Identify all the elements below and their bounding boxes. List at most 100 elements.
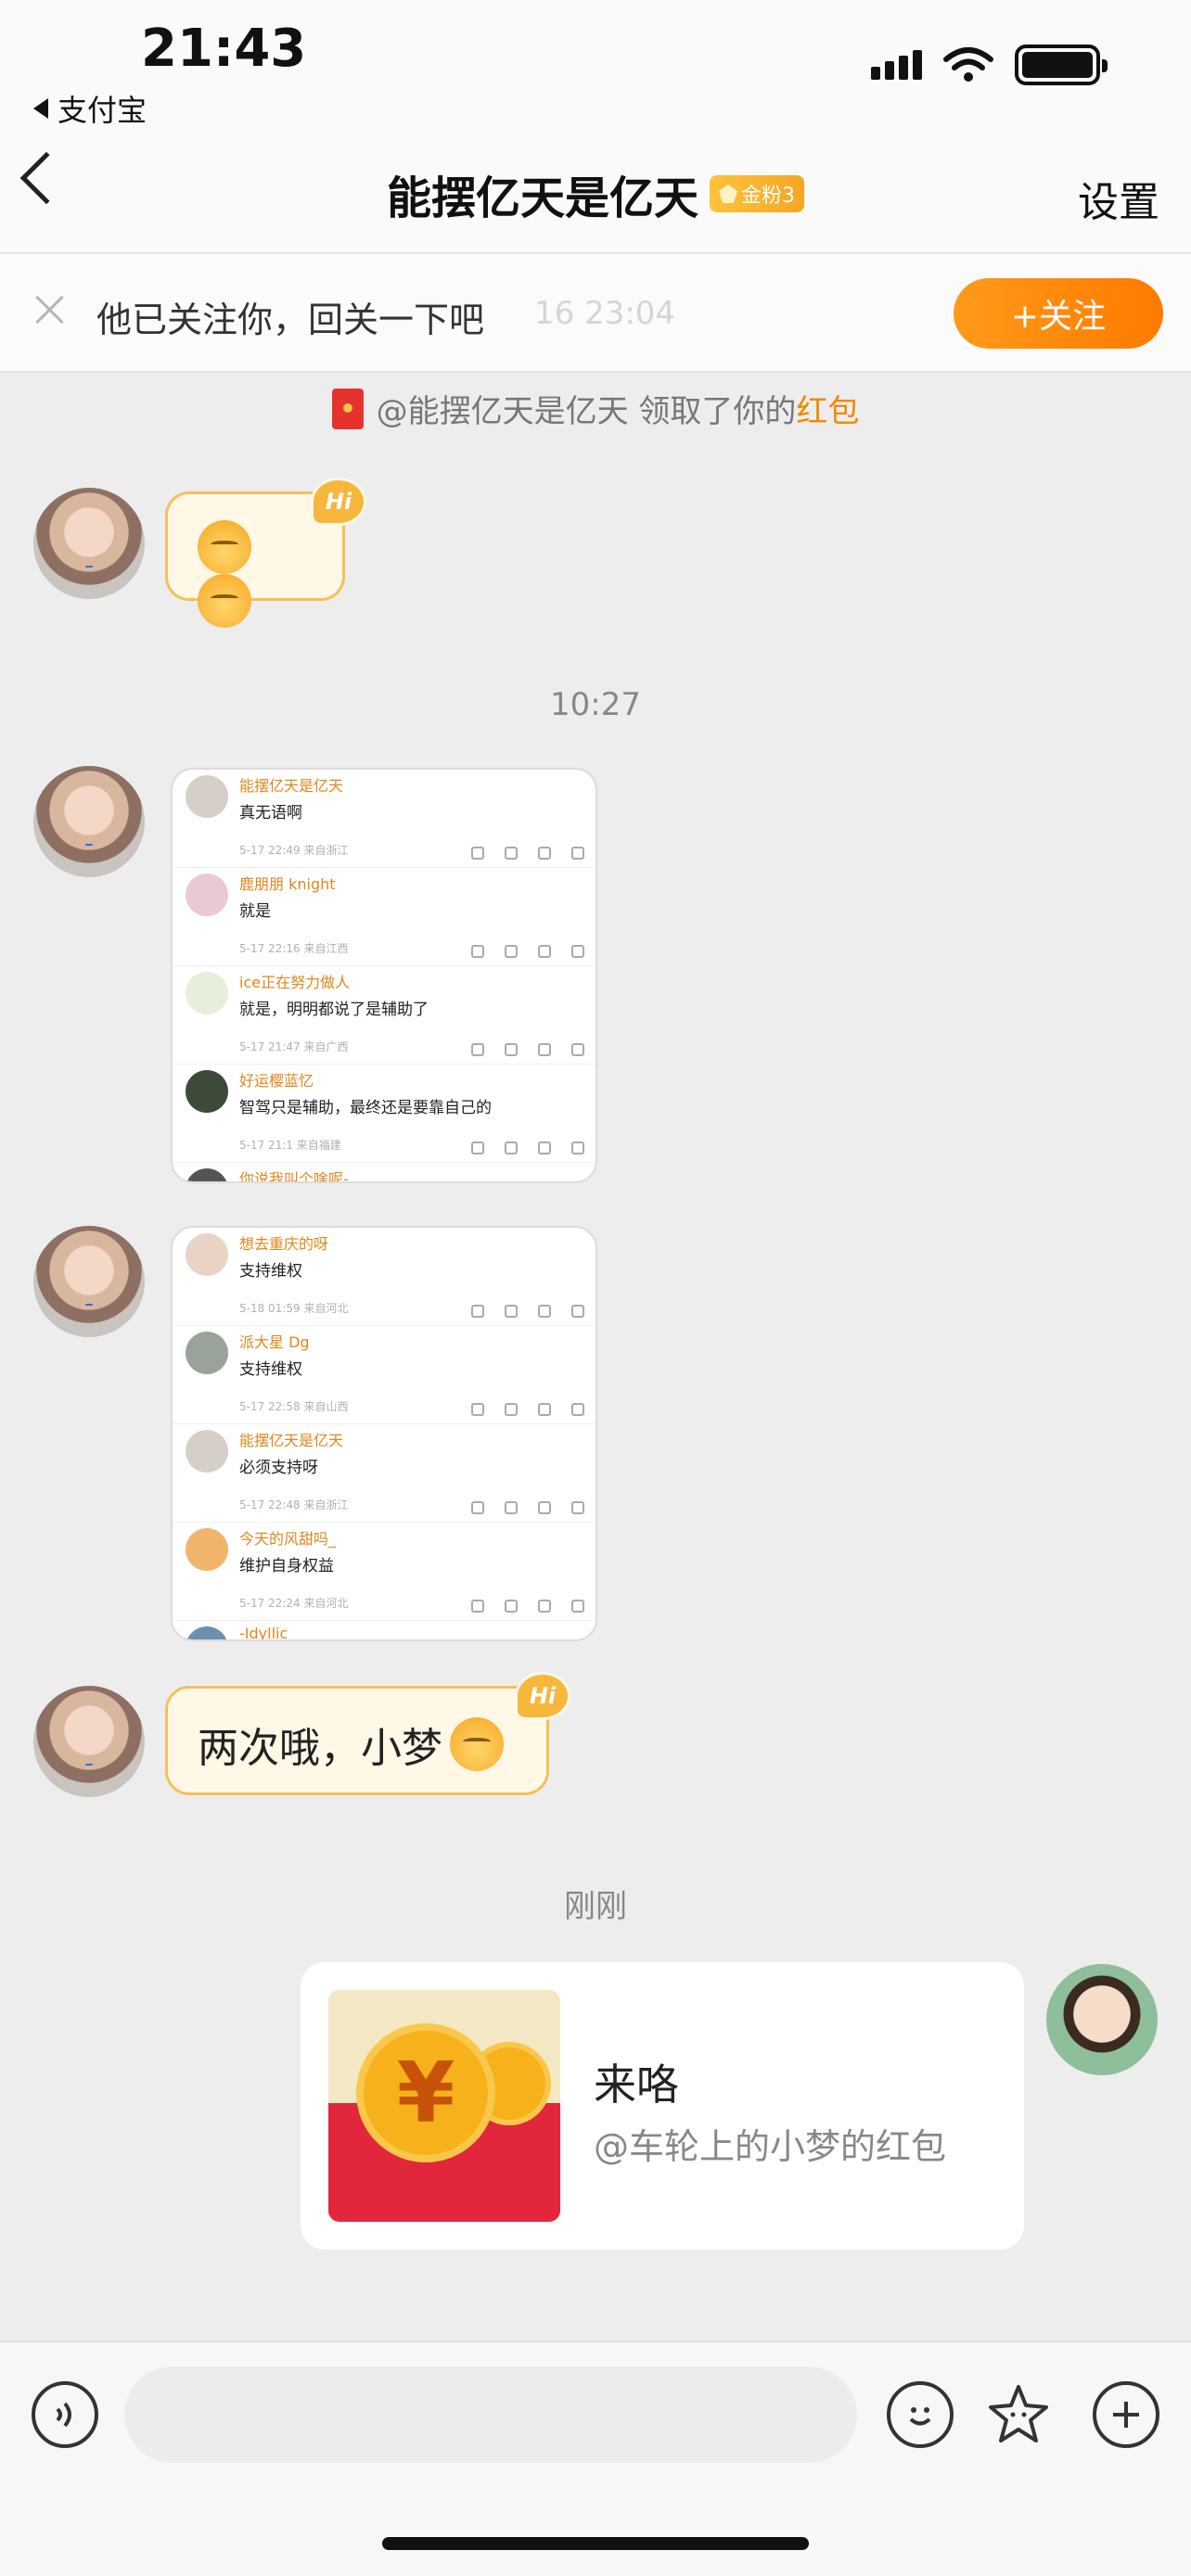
comment-actions [471,1141,584,1154]
back-triangle-icon [33,98,48,119]
gem-icon [719,185,737,203]
message-bubble[interactable]: 两次哦，小梦 Hi [165,1672,570,1795]
comment-meta: 5-17 22:16 来自江西 [239,942,349,955]
comment-actions [471,1501,584,1514]
comment-avatar [186,1070,228,1113]
comment-username: 想去重庆的呀 [239,1235,329,1253]
back-to-app[interactable]: 支付宝 [33,87,147,130]
battery-icon [1015,45,1108,85]
comment-row: 能摆亿天是亿天 真无语啊 5-17 22:49 来自浙江 [173,770,596,868]
avatar[interactable] [33,766,145,877]
voice-icon[interactable] [32,2381,98,2448]
comment-text: 真无语啊 [239,804,302,823]
timestamp: 10:27 [550,686,641,723]
comment-row: 能摆亿天是亿天 必须支持呀 5-17 22:48 来自浙江 [173,1424,596,1523]
laughing-emoji-icon [450,1717,504,1771]
comment-text: 必须支持呀 [239,1459,318,1477]
comment-username: ice正在努力做人 [239,974,351,991]
comment-username: 派大星 Dg [239,1333,310,1351]
fan-badge-label: 金粉3 [741,185,795,208]
status-time: 21:43 [141,19,307,79]
comment-row: 派大星 Dg 支持维权 5-17 22:58 来自山西 [173,1326,596,1424]
status-icons [871,45,1108,85]
avatar-tag [85,1304,93,1306]
comment-actions [471,945,584,958]
fan-level-badge: 金粉3 [710,175,804,212]
hi-bubble-icon: Hi [515,1672,570,1720]
red-packet-link[interactable]: 红包 [796,393,859,430]
red-packet-icon [331,388,364,429]
settings-button[interactable]: 设置 [1078,169,1159,228]
wifi-icon [943,47,993,82]
avatar-tag [85,566,93,567]
comment-actions [471,847,584,860]
follow-button[interactable]: +关注 [954,278,1163,349]
comment-actions [471,1403,584,1416]
header: 21:43 支付宝 能摆亿天是亿天 金粉3 设置 [0,0,1191,254]
comment-row: ice正在努力做人 就是，明明都说了是辅助了 5-17 21:47 来自广西 [173,966,596,1065]
comment-row: 你说我叫个啥呢- [173,1163,596,1183]
close-icon[interactable] [35,295,65,325]
comment-username: 今天的风甜吗_ [239,1530,337,1548]
hi-bubble-icon: Hi [311,478,366,526]
comment-text: 维护自身权益 [239,1557,334,1575]
comment-actions [471,1305,584,1318]
plus-icon[interactable] [1093,2381,1159,2448]
system-message-text: @能摆亿天是亿天 领取了你的 [376,393,797,430]
chat-title-text: 能摆亿天是亿天 [386,172,698,224]
emoji-icon[interactable] [887,2381,954,2448]
message-input[interactable] [124,2366,857,2463]
message-text: 两次哦，小梦 [198,1725,442,1772]
comment-meta: 5-17 21:47 来自广西 [239,1040,349,1053]
avatar[interactable] [33,1686,145,1797]
comment-avatar [186,775,228,818]
comment-meta: 5-17 22:48 来自浙江 [239,1498,349,1511]
avatar-tag [85,1764,93,1766]
avatar[interactable] [33,1226,145,1337]
red-packet-title: 来咯 [594,2060,679,2110]
follow-prompt: 他已关注你，回关一下吧 [96,300,485,340]
comment-text: 智驾只是辅助，最终还是要靠自己的 [239,1099,492,1117]
comment-text: 支持维权 [239,1360,302,1379]
shy-emoji-icon [198,574,251,628]
home-indicator [382,2537,809,2550]
comment-row: 今天的风甜吗_ 维护自身权益 5-17 22:24 来自河北 [173,1523,596,1621]
system-message: @能摆亿天是亿天 领取了你的红包 [0,386,1191,431]
comment-username: 能摆亿天是亿天 [239,1432,344,1449]
comment-actions [471,1043,584,1056]
shy-emoji-icon [198,520,251,574]
my-avatar[interactable] [1046,1964,1158,2075]
avatar[interactable] [33,488,145,599]
screenshot-image[interactable]: 想去重庆的呀 支持维权 5-18 01:59 来自河北 派大星 Dg 支持维权 … [171,1226,597,1641]
sticker-icon[interactable] [985,2381,1052,2448]
red-packet-envelope-icon: ¥ [328,1990,560,2222]
comment-text: 支持维权 [239,1262,302,1281]
comment-text: 就是，明明都说了是辅助了 [239,1001,429,1019]
chat-title: 能摆亿天是亿天 金粉3 [0,161,1191,226]
message-bubble[interactable]: Hi [165,478,366,628]
comment-avatar [186,1626,228,1639]
follow-ghost-time: 16 23:04 [534,295,676,332]
comment-actions [471,1600,584,1613]
comment-text: 就是 [239,902,271,921]
comment-meta: 5-17 22:58 来自山西 [239,1400,349,1413]
comment-row: 好运樱蓝忆 智驾只是辅助，最终还是要靠自己的 5-17 21:1 来自福建 [173,1065,596,1163]
screenshot-image[interactable]: 能摆亿天是亿天 真无语啊 5-17 22:49 来自浙江 鹿朋朋 knight … [171,768,597,1183]
comment-avatar [186,1528,228,1571]
red-packet-card[interactable]: ¥ 来咯 @车轮上的小梦的红包 [301,1962,1024,2250]
comment-row: 鹿朋朋 knight 就是 5-17 22:16 来自江西 [173,868,596,966]
comment-row: -Idyllic__ [173,1621,596,1641]
comment-username: 能摆亿天是亿天 [239,777,344,795]
comment-username: 好运樱蓝忆 [239,1072,314,1090]
comment-meta: 5-17 22:24 来自河北 [239,1597,349,1610]
comment-avatar [186,1168,228,1181]
comment-row: 想去重庆的呀 支持维权 5-18 01:59 来自河北 [173,1228,596,1326]
follow-banner: 他已关注你，回关一下吧 16 23:04 +关注 [0,254,1191,373]
signal-icon [871,50,922,80]
comment-username: -Idyllic__ [239,1625,303,1641]
avatar-tag [85,844,93,846]
comment-meta: 5-17 21:1 来自福建 [239,1139,341,1152]
comment-avatar [186,874,228,916]
comment-username: 你说我叫个啥呢- [239,1170,349,1183]
comment-meta: 5-17 22:49 来自浙江 [239,844,349,857]
